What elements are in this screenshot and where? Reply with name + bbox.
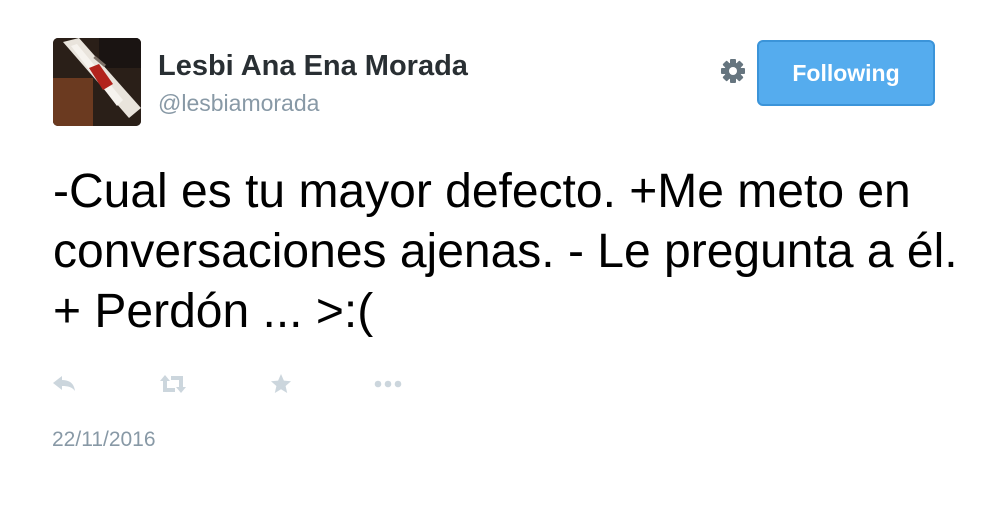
tweet-actions <box>0 368 1000 400</box>
reply-icon[interactable] <box>49 368 79 400</box>
user-handle[interactable]: @lesbiamorada <box>158 90 319 117</box>
more-icon[interactable] <box>373 368 403 400</box>
star-icon[interactable] <box>266 368 296 400</box>
following-button[interactable]: Following <box>757 40 935 106</box>
display-name[interactable]: Lesbi Ana Ena Morada <box>158 50 468 83</box>
following-button-label: Following <box>792 59 900 86</box>
tweet-timestamp[interactable]: 22/11/2016 <box>52 428 156 452</box>
gear-icon[interactable] <box>718 56 748 86</box>
retweet-icon[interactable] <box>158 368 188 400</box>
tweet-card: Lesbi Ana Ena Morada @lesbiamorada Follo… <box>0 0 1000 507</box>
avatar-image <box>53 38 141 126</box>
tweet-text: -Cual es tu mayor defecto. +Me meto en c… <box>53 165 958 338</box>
avatar[interactable] <box>53 38 141 126</box>
